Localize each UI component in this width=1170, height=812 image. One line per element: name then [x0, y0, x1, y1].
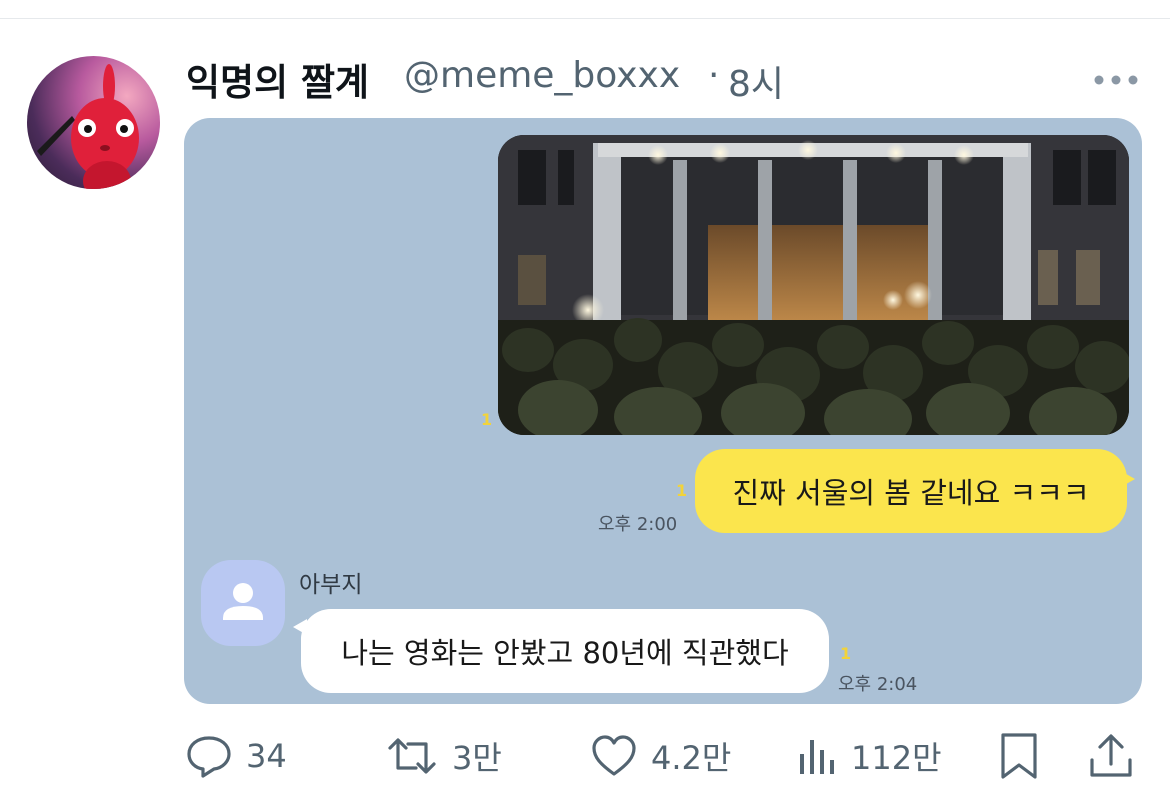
- like-count: 4.2만: [651, 739, 732, 777]
- chat-screenshot-media[interactable]: 1 1 오후 2:00 진짜 서울의 봄 같네요 ㅋㅋㅋ 아부지 나는 영화는 …: [184, 118, 1142, 704]
- chat-photo[interactable]: [498, 135, 1129, 435]
- my-message-text: 진짜 서울의 봄 같네요 ㅋㅋㅋ: [732, 476, 1090, 510]
- retweet-icon: [388, 738, 436, 774]
- message-time: 오후 2:04: [838, 674, 918, 695]
- like-button[interactable]: 4.2만: [591, 734, 731, 778]
- bookmark-icon: [1001, 733, 1037, 779]
- bookmark-button[interactable]: [998, 733, 1040, 779]
- views-button[interactable]: 112만: [797, 734, 942, 778]
- message-time: 오후 2:00: [598, 514, 678, 535]
- contact-message-text: 나는 영화는 안봤고 80년에 직관했다: [341, 636, 789, 670]
- more-icon[interactable]: [1094, 70, 1138, 85]
- person-icon: [223, 583, 263, 620]
- reply-count: 34: [246, 737, 287, 775]
- top-divider: [0, 18, 1170, 19]
- share-icon: [1090, 734, 1132, 777]
- read-count: 1: [840, 644, 852, 663]
- author-handle[interactable]: @meme_boxxx: [404, 55, 680, 96]
- read-count: 1: [481, 410, 493, 429]
- author-avatar[interactable]: [27, 56, 160, 189]
- author-display-name[interactable]: 익명의 짤계: [186, 52, 369, 106]
- contact-message-bubble: 나는 영화는 안봤고 80년에 직관했다: [293, 609, 829, 693]
- retweet-count: 3만: [452, 739, 502, 777]
- contact-name: 아부지: [299, 572, 363, 598]
- read-count: 1: [676, 481, 688, 500]
- reply-icon: [187, 736, 231, 778]
- header-separator: ·: [708, 55, 720, 96]
- retweet-button[interactable]: 3만: [386, 734, 502, 778]
- share-button[interactable]: [1088, 734, 1134, 778]
- crowd-night-photo: [498, 135, 1129, 435]
- like-icon: [592, 735, 636, 776]
- views-icon: [800, 740, 834, 774]
- contact-avatar: [201, 560, 285, 646]
- reply-button[interactable]: 34: [186, 734, 287, 778]
- tweet-time[interactable]: 8시: [728, 55, 784, 107]
- avatar-character-image: [37, 64, 139, 189]
- my-message-bubble: 진짜 서울의 봄 같네요 ㅋㅋㅋ: [695, 449, 1135, 533]
- views-count: 112만: [851, 739, 942, 777]
